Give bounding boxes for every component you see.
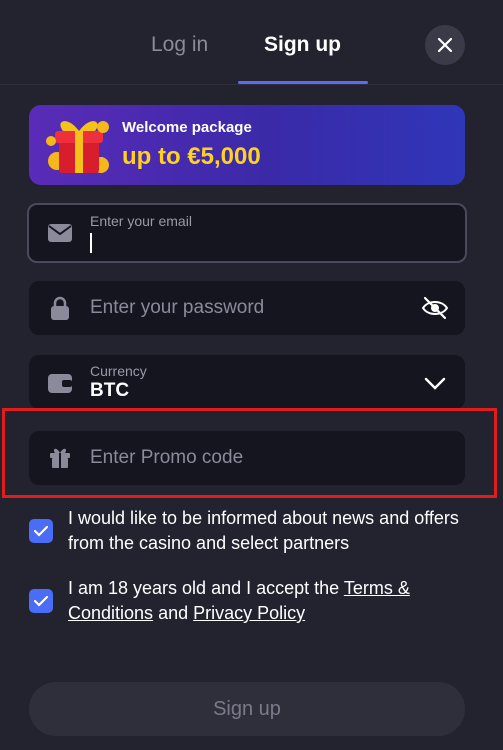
banner-amount: up to €5,000 [122, 143, 261, 170]
currency-value: BTC [90, 380, 130, 401]
chevron-down-icon[interactable] [421, 371, 449, 397]
tab-signup[interactable]: Sign up [264, 32, 341, 58]
terms-consent-row: I am 18 years old and I accept the Terms… [29, 576, 465, 628]
signup-submit-button[interactable]: Sign up [29, 682, 465, 736]
close-icon [437, 37, 453, 53]
active-tab-indicator [238, 81, 368, 84]
terms-consent-checkbox[interactable] [29, 589, 53, 613]
email-field[interactable]: Enter your email [27, 203, 467, 263]
close-button[interactable] [425, 25, 465, 65]
welcome-banner[interactable]: Welcome package up to €5,000 [29, 105, 465, 185]
wallet-icon [48, 374, 72, 393]
gift-box-icon [46, 121, 109, 173]
terms-text-before: I am 18 years old and I accept the [68, 578, 344, 598]
eye-off-icon[interactable] [421, 295, 449, 321]
privacy-policy-link[interactable]: Privacy Policy [193, 603, 305, 623]
banner-subtitle: Welcome package [122, 119, 252, 136]
tab-login[interactable]: Log in [151, 32, 208, 58]
news-consent-text: I would like to be informed about news a… [68, 508, 459, 553]
checkmark-icon [34, 525, 48, 537]
password-field[interactable]: Enter your password [29, 281, 465, 335]
lock-icon [51, 296, 69, 320]
terms-text-middle: and [153, 603, 194, 623]
checkmark-icon [34, 595, 48, 607]
currency-label: Currency [90, 363, 147, 379]
email-placeholder: Enter your email [90, 213, 192, 229]
text-caret [90, 233, 92, 253]
promo-highlight-box [2, 408, 497, 498]
news-consent-checkbox[interactable] [29, 519, 53, 543]
envelope-icon [48, 224, 72, 242]
terms-consent-text: I am 18 years old and I accept the Terms… [68, 576, 468, 626]
news-consent-row: I would like to be informed about news a… [29, 506, 465, 558]
password-placeholder: Enter your password [90, 297, 265, 318]
currency-select[interactable]: Currency BTC [29, 355, 465, 409]
